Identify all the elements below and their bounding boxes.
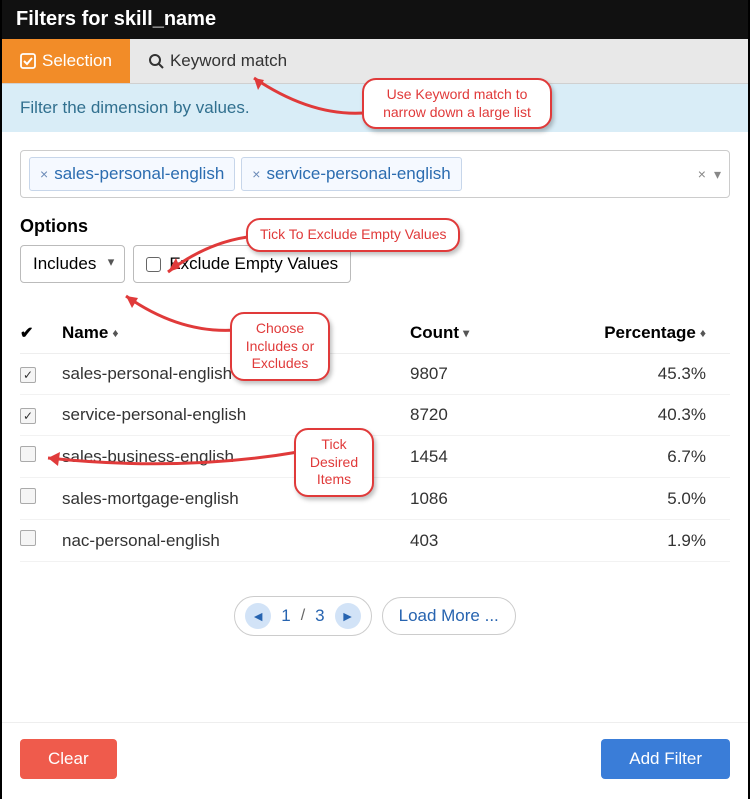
row-percentage: 5.0% [580,489,730,509]
row-checkbox[interactable] [20,367,36,383]
row-count: 403 [410,531,580,551]
tab-selection-label: Selection [42,51,112,71]
table-row: sales-mortgage-english10865.0% [20,478,730,520]
row-count: 1454 [410,447,580,467]
filter-modal: Filters for skill_name Selection Keyword… [2,0,748,799]
clear-all-icon[interactable]: × [698,166,706,182]
table-row: service-personal-english872040.3% [20,395,730,436]
chip-label: sales-personal-english [54,164,224,184]
header-count[interactable]: Count ▾ [410,323,580,343]
sort-desc-icon: ▾ [463,326,469,340]
header-percentage[interactable]: Percentage ♦ [580,323,730,343]
row-checkbox[interactable] [20,488,36,504]
checkbox-icon [146,257,161,272]
chip-remove-icon[interactable]: × [40,166,48,182]
table-row: sales-personal-english980745.3% [20,354,730,395]
chip-label: service-personal-english [266,164,450,184]
row-name: nac-personal-english [62,531,410,551]
chip-remove-icon[interactable]: × [252,166,260,182]
sort-icon: ♦ [112,326,118,340]
tab-keyword-label: Keyword match [170,51,287,71]
load-more-button[interactable]: Load More ... [382,597,516,635]
pager-prev-button[interactable]: ◄ [245,603,271,629]
pager-current: 1 [281,606,290,626]
values-table: ✔ Name ♦ Count ▾ Percentage ♦ sales-pers… [20,313,730,562]
mode-select-value: Includes [33,254,96,273]
callout-keyword: Use Keyword match to narrow down a large… [362,78,552,129]
sort-icon: ♦ [700,326,706,340]
row-percentage: 40.3% [580,405,730,425]
check-icon [20,53,36,69]
row-count: 8720 [410,405,580,425]
header-check-all[interactable]: ✔ [20,323,62,343]
modal-body: × sales-personal-english × service-perso… [2,132,748,654]
chip: × service-personal-english [241,157,461,191]
tab-keyword[interactable]: Keyword match [130,39,305,83]
row-percentage: 1.9% [580,531,730,551]
table-header: ✔ Name ♦ Count ▾ Percentage ♦ [20,313,730,354]
row-checkbox[interactable] [20,530,36,546]
pager-separator: / [301,607,305,625]
pager-box: ◄ 1 / 3 ► [234,596,371,636]
row-count: 9807 [410,364,580,384]
callout-exclude: Tick To Exclude Empty Values [246,218,460,252]
row-count: 1086 [410,489,580,509]
pager-next-button[interactable]: ► [335,603,361,629]
row-checkbox[interactable] [20,446,36,462]
pager: ◄ 1 / 3 ► Load More ... [20,596,730,636]
chevron-down-icon[interactable]: ▾ [714,166,721,183]
search-icon [148,53,164,69]
callout-tick: Tick Desired Items [294,428,374,497]
clear-button[interactable]: Clear [20,739,117,779]
callout-mode: Choose Includes or Excludes [230,312,330,381]
chip: × sales-personal-english [29,157,235,191]
modal-title: Filters for skill_name [2,0,748,39]
pager-total: 3 [315,606,324,626]
header-percentage-label: Percentage [604,323,696,343]
modal-footer: Clear Add Filter [2,722,748,799]
mode-select[interactable]: Includes [20,245,125,283]
row-checkbox[interactable] [20,408,36,424]
table-row: sales-business-english14546.7% [20,436,730,478]
add-filter-button[interactable]: Add Filter [601,739,730,779]
row-name: service-personal-english [62,405,410,425]
header-name-label: Name [62,323,108,343]
row-percentage: 45.3% [580,364,730,384]
selected-values-input[interactable]: × sales-personal-english × service-perso… [20,150,730,198]
table-row: nac-personal-english4031.9% [20,520,730,562]
exclude-empty-label: Exclude Empty Values [169,254,338,274]
tab-selection[interactable]: Selection [2,39,130,83]
header-count-label: Count [410,323,459,343]
row-percentage: 6.7% [580,447,730,467]
